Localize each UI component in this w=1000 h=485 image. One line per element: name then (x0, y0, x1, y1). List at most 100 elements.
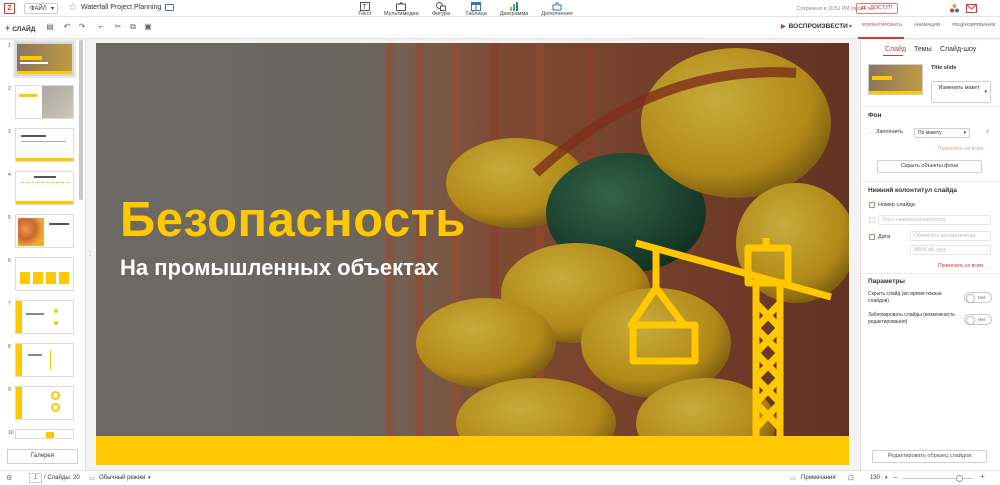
divider (861, 106, 1000, 107)
slide-number: 1 (8, 43, 11, 49)
redo-icon[interactable]: ↷ (77, 22, 87, 32)
zoom-out-icon[interactable]: − (893, 473, 898, 482)
insert-table-button[interactable]: Таблица (459, 2, 493, 17)
slides-total: / Слайды: 20 (44, 475, 80, 481)
slide-thumb-8[interactable] (15, 343, 74, 377)
sidebar-resize-handle[interactable]: ⋮ (87, 250, 93, 257)
background-heading: Фон (868, 112, 882, 119)
file-menu-button[interactable]: ФАЙЛ (24, 3, 58, 14)
gear-icon[interactable]: ⚙ (985, 129, 990, 135)
hide-slide-toggle[interactable]: Нет (964, 292, 992, 303)
fill-select-value: По макету (918, 130, 942, 136)
addons-icon (552, 2, 562, 11)
document-title[interactable]: Waterfall Project Planning (81, 4, 161, 11)
tab-themes[interactable]: Темы (914, 46, 932, 53)
parameters-heading: Параметры (868, 278, 905, 285)
zoom-level[interactable]: 130 (870, 475, 880, 481)
chevron-right-icon[interactable]: › (869, 130, 870, 135)
slide-subtitle[interactable]: На промышленных объектах (120, 255, 438, 281)
date-checkbox[interactable] (869, 234, 875, 240)
footer-text-checkbox[interactable] (869, 217, 875, 223)
zoom-slider-handle[interactable] (956, 475, 963, 482)
settings-gear-icon[interactable]: ⚙ (6, 474, 12, 482)
active-tab-underline (858, 37, 904, 39)
slide-number: 7 (8, 301, 11, 307)
insert-text-button[interactable]: T Текст (348, 2, 382, 17)
add-slide-button[interactable]: + СЛАЙД (5, 23, 35, 33)
tab-review[interactable]: РЕЦЕНЗИРОВАНИЕ (950, 22, 998, 27)
edit-slide-master-button[interactable]: Редактировать образец слайдов (872, 450, 987, 463)
share-access-button[interactable]: ДОСТУП (856, 3, 898, 14)
fill-select[interactable]: По макету ▾ (914, 128, 970, 138)
insert-addons-button[interactable]: Дополнения (540, 2, 574, 17)
date-auto-update-select[interactable]: Обновлять автоматически (910, 231, 991, 241)
slide-number: 3 (8, 129, 11, 135)
apply-to-all-link-2[interactable]: Применить ко всем (938, 263, 983, 269)
footer-heading: Нижний колонтитул слайда (868, 187, 958, 194)
tab-slide[interactable]: Слайд (885, 46, 906, 53)
tab-format[interactable]: ФОРМАТИРОВАТЬ (858, 22, 906, 27)
tab-animation[interactable]: АНИМАЦИЯ (903, 22, 951, 27)
slide-number: 2 (8, 86, 11, 92)
tab-slideshow[interactable]: Слайд-шоу (940, 46, 976, 53)
add-slide-label: СЛАЙД (12, 26, 36, 33)
play-options-chevron-down-icon[interactable]: ▾ (849, 23, 852, 30)
collaboration-icon[interactable] (949, 3, 960, 14)
lock-slide-toggle[interactable]: Нет (964, 314, 992, 325)
change-layout-label: Изменить макет (938, 85, 980, 91)
insert-shape-button[interactable]: Фигура (424, 2, 458, 17)
slide-thumb-9[interactable] (15, 386, 74, 420)
layout-icon[interactable]: ▤ (45, 22, 55, 32)
paste-icon[interactable]: ▣ (143, 22, 153, 32)
copy-icon[interactable]: ⧉ (128, 22, 138, 32)
mail-icon[interactable] (966, 3, 978, 13)
slide-number-label: Номер слайда (878, 202, 915, 208)
sidebar-scrollbar[interactable] (79, 40, 83, 200)
fit-screen-icon[interactable]: ⊡ (848, 474, 854, 482)
slide-thumb-7[interactable] (15, 300, 74, 334)
top-bar: Z ФАЙЛ ☆ Waterfall Project Planning T Те… (0, 0, 1000, 17)
play-label: ВОСПРОИЗВЕСТИ (788, 23, 848, 30)
favorite-star-icon[interactable]: ☆ (68, 2, 77, 14)
view-mode-icon: ▭ (89, 476, 95, 482)
insert-media-button[interactable]: Мультимедиа (384, 2, 419, 17)
slide-number-checkbox[interactable] (869, 202, 875, 208)
chart-icon (510, 2, 518, 11)
date-format-select[interactable]: MMM dd, yyyy (910, 245, 991, 255)
slide-canvas[interactable]: Безопасность На промышленных объектах (96, 43, 849, 465)
divider (861, 181, 1000, 182)
folder-icon[interactable] (165, 4, 174, 11)
zoom-in-icon[interactable]: + (980, 472, 985, 481)
layout-preview-thumbnail[interactable] (868, 64, 923, 95)
insert-chart-button[interactable]: Диаграмма (497, 2, 531, 17)
footer-text-input[interactable]: Текст нижнего колонтитула (878, 215, 991, 225)
slide-title[interactable]: Безопасность (120, 192, 466, 248)
play-slideshow-button[interactable]: ▶ ВОСПРОИЗВЕСТИ (781, 23, 848, 30)
slide-thumb-2[interactable] (15, 85, 74, 119)
status-bar: ⚙ 1 / Слайды: 20 ▭ Обычный режим ▾ ▭ При… (0, 470, 1000, 485)
layout-name: Title slide (931, 65, 957, 71)
slide-thumb-5[interactable] (15, 214, 74, 248)
play-icon: ▶ (781, 24, 786, 30)
slide-thumb-4[interactable] (15, 171, 74, 205)
slide-number: 4 (8, 172, 11, 178)
slide-thumb-3[interactable] (15, 128, 74, 162)
gallery-button[interactable]: Галерея (7, 449, 78, 464)
change-layout-button[interactable]: Изменить макет ▾ (931, 81, 991, 103)
app-logo-icon[interactable]: Z (4, 3, 15, 14)
slide-thumb-6[interactable] (15, 257, 74, 291)
view-mode-chevron-down-icon[interactable]: ▾ (148, 475, 151, 481)
chevron-down-icon: ▾ (984, 89, 987, 95)
cut-icon[interactable]: ✂ (113, 22, 123, 32)
apply-to-all-link[interactable]: Применить ко всем (938, 146, 983, 152)
undo-icon[interactable]: ↶ (62, 22, 72, 32)
slide-thumb-10[interactable] (15, 429, 74, 439)
format-painter-icon[interactable]: ⌐ (96, 22, 106, 32)
notes-button[interactable]: Примечания (801, 475, 836, 481)
slide-thumb-1[interactable] (13, 40, 76, 78)
zoom-chevron-down-icon[interactable]: ▾ (885, 475, 888, 481)
hide-slide-label: Скрыть слайд (во время показа слайдов) (868, 291, 942, 304)
current-slide-input[interactable]: 1 (29, 473, 42, 483)
hide-background-objects-button[interactable]: Скрыть объекты фона (877, 160, 982, 173)
view-mode-select[interactable]: Обычный режим (99, 475, 145, 481)
